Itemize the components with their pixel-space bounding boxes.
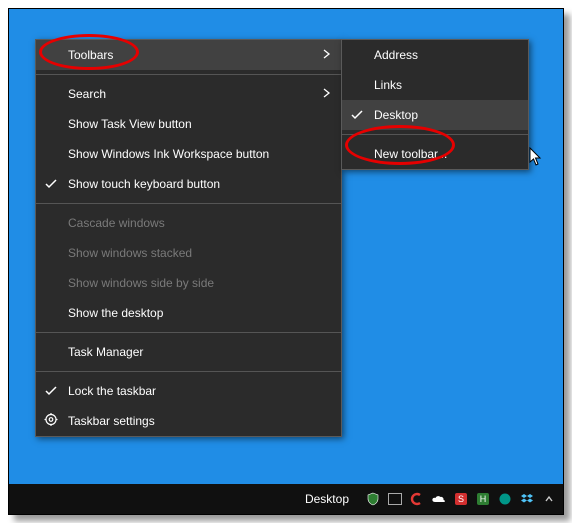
menu-item-task-manager[interactable]: Task Manager: [36, 337, 341, 367]
menu-label: Search: [68, 87, 106, 101]
menu-item-show-ink[interactable]: Show Windows Ink Workspace button: [36, 139, 341, 169]
separator: [342, 134, 528, 135]
menu-label: Links: [374, 78, 402, 92]
desktop-toolbar-label[interactable]: Desktop: [305, 492, 349, 506]
menu-label: Show touch keyboard button: [68, 177, 220, 191]
tray-app-green-icon[interactable]: H: [475, 491, 491, 507]
tray-app-teal-icon[interactable]: [497, 491, 513, 507]
check-icon: [44, 384, 58, 398]
chevron-right-icon: [323, 48, 331, 62]
submenu-item-links[interactable]: Links: [342, 70, 528, 100]
dropbox-icon[interactable]: [519, 491, 535, 507]
separator: [36, 332, 341, 333]
chevron-right-icon: [323, 87, 331, 101]
separator: [36, 203, 341, 204]
mouse-cursor-icon: [529, 147, 543, 170]
toolbars-submenu: Address Links Desktop New toolbar...: [341, 39, 529, 170]
svg-text:S: S: [458, 494, 464, 504]
menu-label: Desktop: [374, 108, 418, 122]
menu-item-show-touch-keyboard[interactable]: Show touch keyboard button: [36, 169, 341, 199]
svg-text:H: H: [480, 494, 487, 504]
menu-item-stacked: Show windows stacked: [36, 238, 341, 268]
menu-label: Show windows stacked: [68, 246, 192, 260]
separator: [36, 371, 341, 372]
security-shield-icon[interactable]: [365, 491, 381, 507]
menu-label: New toolbar...: [374, 147, 447, 161]
onedrive-icon[interactable]: [431, 491, 447, 507]
tray-overflow-icon[interactable]: [541, 491, 557, 507]
submenu-item-address[interactable]: Address: [342, 40, 528, 70]
menu-item-search[interactable]: Search: [36, 79, 341, 109]
menu-item-cascade: Cascade windows: [36, 208, 341, 238]
tray-app-red-icon[interactable]: S: [453, 491, 469, 507]
submenu-item-new-toolbar[interactable]: New toolbar...: [342, 139, 528, 169]
menu-label: Show Windows Ink Workspace button: [68, 147, 269, 161]
gear-icon: [44, 413, 58, 430]
menu-label: Address: [374, 48, 418, 62]
ccleaner-icon[interactable]: [409, 491, 425, 507]
separator: [36, 74, 341, 75]
menu-label: Show windows side by side: [68, 276, 214, 290]
menu-item-show-task-view[interactable]: Show Task View button: [36, 109, 341, 139]
submenu-item-desktop[interactable]: Desktop: [342, 100, 528, 130]
check-icon: [350, 108, 364, 122]
menu-item-side-by-side: Show windows side by side: [36, 268, 341, 298]
menu-label: Cascade windows: [68, 216, 165, 230]
menu-item-taskbar-settings[interactable]: Taskbar settings: [36, 406, 341, 436]
menu-label: Lock the taskbar: [68, 384, 156, 398]
desktop-background: Toolbars Search Show Task View button Sh…: [8, 8, 564, 515]
menu-item-show-desktop[interactable]: Show the desktop: [36, 298, 341, 328]
menu-label: Taskbar settings: [68, 414, 155, 428]
taskbar-context-menu: Toolbars Search Show Task View button Sh…: [35, 39, 342, 437]
taskbar[interactable]: Desktop S H: [9, 484, 563, 514]
menu-item-lock-taskbar[interactable]: Lock the taskbar: [36, 376, 341, 406]
menu-item-toolbars[interactable]: Toolbars: [36, 40, 341, 70]
menu-label: Show the desktop: [68, 306, 163, 320]
check-icon: [44, 177, 58, 191]
menu-label: Show Task View button: [68, 117, 192, 131]
menu-label: Task Manager: [68, 345, 143, 359]
menu-label: Toolbars: [68, 48, 113, 62]
task-view-icon[interactable]: [387, 491, 403, 507]
